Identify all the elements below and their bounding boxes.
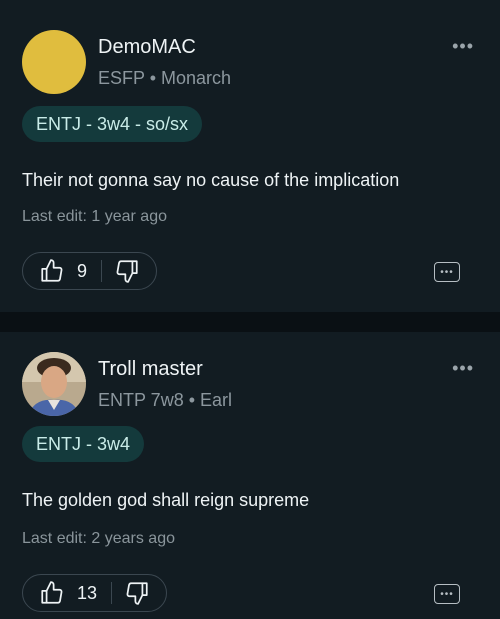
vote-separator xyxy=(111,582,113,604)
vote-control: 13 xyxy=(22,574,168,612)
author-name[interactable]: DemoMAC xyxy=(98,36,196,59)
thumbs-down-icon[interactable] xyxy=(124,580,150,606)
comment-text: Their not gonna say no cause of the impl… xyxy=(22,170,400,190)
author-type-line: ENTP 7w8 • Earl xyxy=(98,390,233,410)
comment-card: Troll master ENTP 7w8 • Earl ••• ENTJ - … xyxy=(0,332,500,619)
avatar[interactable] xyxy=(22,30,86,94)
ellipsis-box-icon[interactable]: ••• xyxy=(434,584,460,604)
avatar[interactable] xyxy=(22,352,86,416)
author-name[interactable]: Troll master xyxy=(98,358,203,381)
more-horizontal-icon[interactable]: ••• xyxy=(452,358,474,379)
vote-separator xyxy=(101,260,103,282)
card-divider xyxy=(0,312,500,332)
more-horizontal-icon[interactable]: ••• xyxy=(452,36,474,57)
comment-text: The golden god shall reign supreme xyxy=(22,490,310,510)
last-edit-timestamp: Last edit: 2 years ago xyxy=(22,530,175,547)
author-type-line: ESFP • Monarch xyxy=(98,68,232,88)
last-edit-timestamp: Last edit: 1 year ago xyxy=(22,208,167,225)
ellipsis-box-icon[interactable]: ••• xyxy=(434,262,460,282)
upvote-count: 13 xyxy=(77,582,98,603)
personality-tag[interactable]: ENTJ - 3w4 - so/sx xyxy=(22,106,203,142)
thumbs-down-icon[interactable] xyxy=(114,258,140,284)
comment-card: DemoMAC ESFP • Monarch ••• ENTJ - 3w4 - … xyxy=(0,0,500,312)
thumbs-up-icon[interactable] xyxy=(39,580,65,606)
thumbs-up-icon[interactable] xyxy=(39,258,65,284)
personality-tag[interactable]: ENTJ - 3w4 xyxy=(22,426,145,462)
upvote-count: 9 xyxy=(77,260,88,281)
vote-control: 9 xyxy=(22,252,158,290)
